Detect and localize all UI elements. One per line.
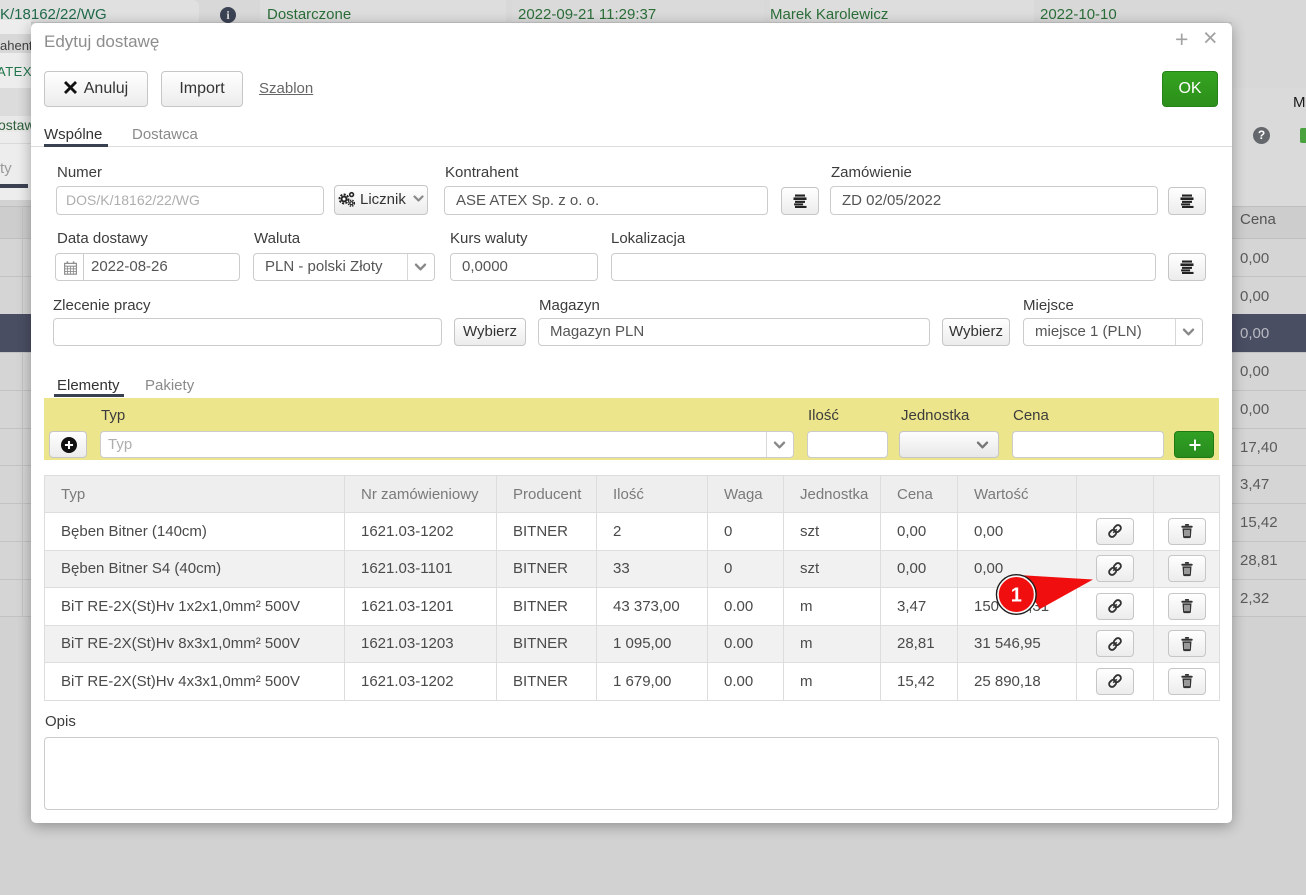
svg-text:1: 1 xyxy=(1011,585,1022,607)
